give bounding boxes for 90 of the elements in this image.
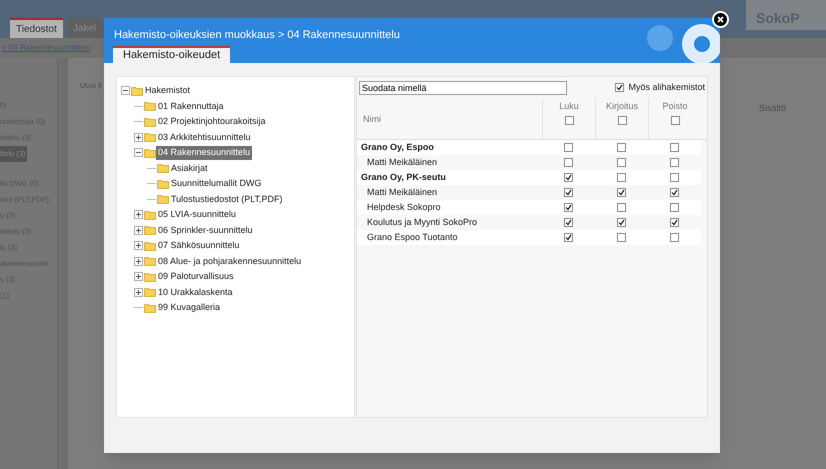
checkbox[interactable] bbox=[617, 158, 626, 167]
column-header: Poisto bbox=[662, 100, 688, 113]
checkbox[interactable] bbox=[617, 218, 626, 227]
member-name: Grano Oy, Espoo bbox=[360, 140, 435, 154]
checkbox[interactable] bbox=[670, 188, 679, 197]
folder-icon bbox=[144, 225, 156, 236]
member-name: Grano Espoo Tuotanto bbox=[366, 230, 459, 244]
tree-item[interactable]: 03 Arkkitehtisuunnittelu bbox=[156, 130, 253, 144]
checkbox[interactable] bbox=[564, 188, 573, 197]
folder-icon bbox=[144, 116, 156, 127]
checkbox-label: Myös alihakemistot bbox=[628, 80, 705, 94]
checkbox[interactable] bbox=[564, 203, 573, 212]
close-icon bbox=[717, 16, 724, 23]
checkbox[interactable] bbox=[617, 173, 626, 182]
tree-item[interactable]: 09 Paloturvallisuus bbox=[156, 270, 236, 284]
folder-icon bbox=[144, 302, 156, 313]
tree-item[interactable]: Suunnittelumallit DWG bbox=[169, 177, 264, 190]
checkbox[interactable] bbox=[670, 203, 679, 212]
minus-icon bbox=[123, 88, 128, 94]
folder-icon bbox=[144, 101, 156, 112]
tab[interactable]: Tiedostot bbox=[10, 18, 63, 38]
column-header: Nimi bbox=[363, 112, 381, 126]
minus-icon bbox=[136, 150, 141, 156]
folder-icon bbox=[144, 148, 156, 158]
plus-icon bbox=[136, 243, 141, 248]
checkbox[interactable] bbox=[617, 233, 626, 242]
checkbox[interactable] bbox=[564, 143, 573, 152]
checkbox[interactable] bbox=[617, 143, 626, 152]
folder-icon bbox=[157, 178, 169, 189]
expand-toggle[interactable] bbox=[134, 272, 143, 282]
folder-icon bbox=[144, 256, 156, 266]
checkbox[interactable] bbox=[670, 143, 679, 152]
plus-icon bbox=[136, 228, 141, 233]
checkbox[interactable] bbox=[670, 233, 679, 242]
checkbox[interactable] bbox=[615, 83, 624, 92]
tree-item[interactable]: 10 Urakkalaskenta bbox=[156, 286, 235, 299]
checkbox[interactable] bbox=[564, 116, 574, 124]
checkbox[interactable] bbox=[670, 173, 679, 182]
tree-item[interactable]: 05 LVIA-suunnittelu bbox=[156, 208, 238, 222]
tab[interactable]: Hakemisto-oikeudet bbox=[113, 46, 230, 63]
filter-field[interactable]: Suodata nimellä bbox=[359, 80, 567, 94]
checkbox[interactable] bbox=[564, 158, 573, 167]
tree-item[interactable]: 04 Rakennesuunnittelu bbox=[156, 146, 252, 160]
column-header: Luku bbox=[559, 100, 579, 113]
member-name: Helpdesk Sokopro bbox=[366, 200, 442, 214]
member-name: Matti Meikäläinen bbox=[366, 156, 438, 169]
checkbox[interactable] bbox=[670, 158, 679, 167]
collapse-toggle[interactable] bbox=[121, 86, 130, 96]
tree-item[interactable]: 08 Alue- ja pohjarakennesuunnittelu bbox=[156, 254, 304, 268]
expand-toggle[interactable] bbox=[134, 210, 143, 220]
expand-toggle[interactable] bbox=[134, 288, 143, 297]
checkbox[interactable] bbox=[670, 218, 679, 227]
folder-icon bbox=[131, 86, 143, 96]
plus-icon bbox=[136, 290, 141, 295]
plus-icon bbox=[136, 274, 141, 280]
tree-item[interactable]: 07 Sähkösuunnittelu bbox=[156, 239, 242, 252]
expand-toggle[interactable] bbox=[134, 226, 143, 235]
folder-icon bbox=[144, 287, 156, 298]
tree-item[interactable]: 02 Projektinjohtourakoitsija bbox=[156, 115, 268, 128]
folder-icon bbox=[144, 272, 156, 282]
collapse-toggle[interactable] bbox=[134, 148, 143, 158]
member-name: Grano Oy, PK-seutu bbox=[360, 170, 447, 184]
folder-icon bbox=[157, 194, 169, 204]
checkbox[interactable] bbox=[617, 203, 626, 212]
expand-toggle[interactable] bbox=[134, 241, 143, 250]
tree-item[interactable]: Asiakirjat bbox=[169, 162, 210, 175]
checkbox[interactable] bbox=[564, 233, 573, 242]
tree-item[interactable]: Tulostustiedostot (PLT,PDF) bbox=[169, 192, 285, 206]
tree-item[interactable]: 06 Sprinkler-suunnittelu bbox=[156, 224, 255, 237]
folder-icon bbox=[144, 132, 156, 142]
checkbox[interactable] bbox=[617, 188, 626, 197]
tree-item[interactable]: 99 Kuvagalleria bbox=[156, 301, 222, 314]
checkbox[interactable] bbox=[670, 116, 680, 124]
member-name: Matti Meikäläinen bbox=[366, 186, 438, 199]
plus-icon bbox=[136, 258, 141, 264]
tree-item[interactable]: 01 Rakennuttaja bbox=[156, 100, 226, 113]
checkbox[interactable] bbox=[618, 116, 626, 124]
expand-toggle[interactable] bbox=[134, 132, 143, 142]
column-header: Kirjoitus bbox=[606, 100, 638, 113]
tree-item[interactable]: Hakemistot bbox=[143, 84, 192, 98]
checkbox[interactable] bbox=[564, 218, 573, 227]
folder-icon bbox=[144, 210, 156, 220]
folder-icon bbox=[144, 240, 156, 251]
expand-toggle[interactable] bbox=[134, 256, 143, 266]
checkbox[interactable] bbox=[564, 173, 573, 182]
plus-icon bbox=[136, 134, 141, 140]
folder-icon bbox=[157, 163, 169, 174]
plus-icon bbox=[136, 212, 141, 218]
member-name: Koulutus ja Myynti SokoPro bbox=[366, 216, 478, 229]
dialog-title: Hakemisto-oikeuksien muokkaus > 04 Rakennesuunnittelu bbox=[114, 28, 400, 43]
